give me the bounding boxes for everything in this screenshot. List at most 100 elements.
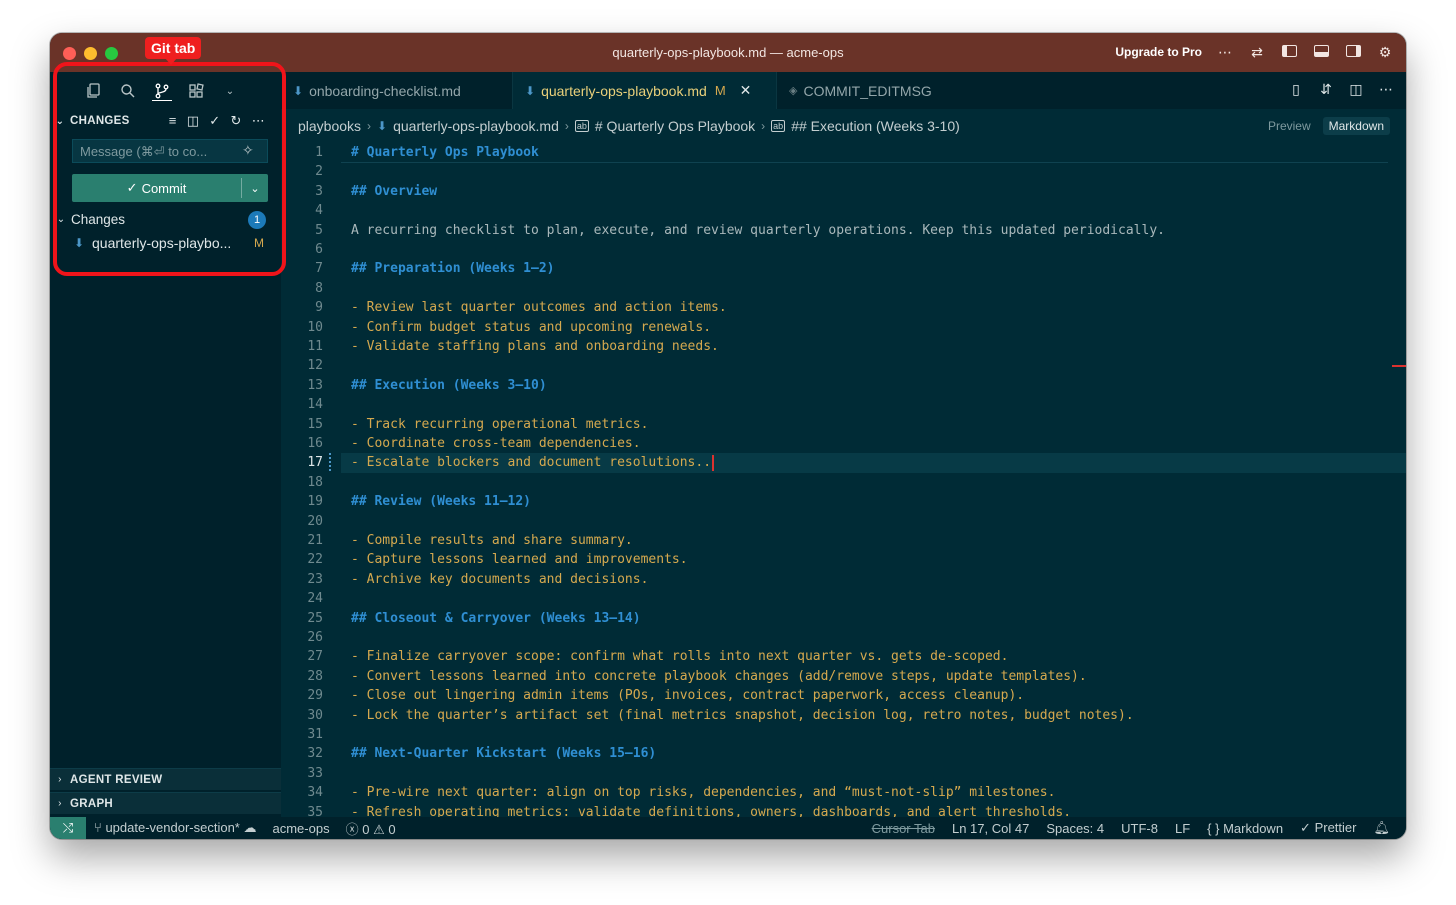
code-line[interactable]: 30 - Lock the quarter’s artifact set (fin…	[281, 706, 1406, 725]
remote-icon[interactable]: ⤭	[50, 817, 86, 839]
code-line[interactable]: 2	[281, 162, 1406, 181]
commit-message-input[interactable]	[72, 139, 268, 163]
markdown-toggle[interactable]: Markdown	[1322, 117, 1390, 135]
code-line[interactable]: 15 - Track recurring operational metrics.	[281, 415, 1406, 434]
code-line[interactable]: 23 - Archive key documents and decisions.	[281, 570, 1406, 589]
check-icon[interactable]: ✓	[209, 113, 220, 129]
cursor-position[interactable]: Ln 17, Col 47	[952, 821, 1029, 836]
code-line[interactable]: 21 - Compile results and share summary.	[281, 531, 1406, 550]
code-line[interactable]: 28 - Convert lessons learned into concret…	[281, 667, 1406, 686]
open-preview-icon[interactable]: ▯	[1288, 81, 1304, 98]
search-icon[interactable]	[118, 81, 138, 101]
line-number: 13	[307, 377, 323, 393]
sparkle-icon[interactable]: ✧	[242, 142, 254, 159]
explorer-icon[interactable]	[84, 81, 104, 101]
line-number: 16	[307, 436, 323, 451]
breadcrumb-subheading[interactable]: ## Execution (Weeks 3-10)	[791, 118, 960, 134]
layout-icon[interactable]: ◫	[187, 113, 200, 129]
tab-label: quarterly-ops-playbook.md	[541, 82, 707, 99]
code-line[interactable]: 22 - Capture lessons learned and improvem…	[281, 550, 1406, 569]
code-line[interactable]: 34 - Pre-wire next quarter: align on top …	[281, 783, 1406, 802]
formatter-status[interactable]: ✓ Prettier	[1300, 820, 1356, 836]
toggle-secondary-sidebar-icon[interactable]	[1344, 42, 1362, 62]
changed-file-item[interactable]: ⬇ quarterly-ops-playbo... M	[50, 232, 281, 254]
workspace-name[interactable]: acme-ops	[272, 821, 329, 836]
code-line[interactable]: 32 ## Next-Quarter Kickstart (Weeks 15–16…	[281, 744, 1406, 763]
code-line[interactable]: 35 - Refresh operating metrics: validate …	[281, 803, 1406, 817]
code-line[interactable]: 3 ## Overview	[281, 182, 1406, 201]
indentation[interactable]: Spaces: 4	[1046, 821, 1104, 836]
commit-main-button[interactable]: ✓ Commit	[72, 180, 241, 196]
more-icon[interactable]: ⋯	[1378, 81, 1394, 98]
extensions-icon[interactable]	[186, 81, 206, 101]
preview-toggle[interactable]: Preview	[1262, 117, 1317, 135]
more-icon[interactable]: ⋯	[252, 113, 265, 129]
agent-review-section[interactable]: › AGENT REVIEW	[50, 768, 281, 790]
text-cursor	[712, 454, 715, 471]
line-text: - Escalate blockers and document resolut…	[351, 453, 715, 472]
code-line[interactable]: 17 - Escalate blockers and document resol…	[281, 453, 1406, 472]
upgrade-button[interactable]: Upgrade to Pro	[1115, 45, 1202, 59]
code-line[interactable]: 16 - Coordinate cross-team dependencies.	[281, 434, 1406, 453]
code-line[interactable]: 7 ## Preparation (Weeks 1–2)	[281, 259, 1406, 278]
gear-icon[interactable]: ⚙	[1376, 42, 1394, 62]
tab-onboarding-checklist[interactable]: ⬇ onboarding-checklist.md	[281, 72, 513, 109]
bell-icon[interactable]: 🔔︎	[1373, 820, 1390, 836]
line-number: 17	[307, 455, 323, 471]
line-ending[interactable]: LF	[1175, 821, 1190, 836]
code-line[interactable]: 19 ## Review (Weeks 11–12)	[281, 492, 1406, 511]
breadcrumb-folder[interactable]: playbooks	[298, 118, 361, 134]
code-line[interactable]: 13 ## Execution (Weeks 3–10)	[281, 376, 1406, 395]
list-view-icon[interactable]: ≡	[169, 113, 177, 129]
code-line[interactable]: 8	[281, 279, 1406, 298]
cursor-tab-status[interactable]: Cursor Tab	[872, 821, 935, 836]
code-line[interactable]: 12	[281, 356, 1406, 375]
code-line[interactable]: 9 - Review last quarter outcomes and acti…	[281, 298, 1406, 317]
problems-indicator[interactable]: ⓧ 0 ⚠ 0	[346, 819, 396, 838]
graph-label: GRAPH	[70, 797, 114, 810]
commit-dropdown-button[interactable]: ⌄	[242, 182, 268, 195]
tab-commit-editmsg[interactable]: ◈ COMMIT_EDITMSG	[777, 72, 944, 109]
code-line[interactable]: 24	[281, 589, 1406, 608]
commit-button[interactable]: ✓ Commit ⌄	[72, 174, 268, 202]
source-control-icon[interactable]	[152, 81, 172, 101]
breadcrumb-heading[interactable]: # Quarterly Ops Playbook	[595, 118, 755, 134]
graph-section[interactable]: › GRAPH	[50, 792, 281, 814]
branch-indicator[interactable]: ⑂ update-vendor-section* ☁	[94, 820, 256, 836]
breadcrumb-file[interactable]: quarterly-ops-playbook.md	[393, 118, 559, 134]
toggle-sidebar-icon[interactable]	[1280, 42, 1298, 62]
refresh-icon[interactable]: ↻	[230, 113, 241, 129]
code-line[interactable]: 6	[281, 240, 1406, 259]
more-icon[interactable]: ⋯	[1216, 42, 1234, 62]
code-line[interactable]: 1 # Quarterly Ops Playbook	[281, 143, 1406, 162]
split-editor-icon[interactable]: ◫	[1348, 81, 1364, 98]
language-mode[interactable]: { } Markdown	[1207, 821, 1283, 836]
line-text: ## Overview	[351, 183, 438, 199]
toggle-panel-icon[interactable]	[1312, 42, 1330, 62]
compare-changes-icon[interactable]: ⇵	[1318, 81, 1334, 98]
code-line[interactable]: 5 A recurring checklist to plan, execute,…	[281, 221, 1406, 240]
code-line[interactable]: 27 - Finalize carryover scope: confirm wh…	[281, 647, 1406, 666]
code-line[interactable]: 31	[281, 725, 1406, 744]
code-line[interactable]: 14	[281, 395, 1406, 414]
code-line[interactable]: 25 ## Closeout & Carryover (Weeks 13–14)	[281, 609, 1406, 628]
code-line[interactable]: 26	[281, 628, 1406, 647]
code-line[interactable]: 11 - Validate staffing plans and onboardi…	[281, 337, 1406, 356]
code-line[interactable]: 18	[281, 473, 1406, 492]
encoding[interactable]: UTF-8	[1121, 821, 1158, 836]
code-line[interactable]: 20	[281, 512, 1406, 531]
code-line[interactable]: 10 - Confirm budget status and upcoming r…	[281, 318, 1406, 337]
tab-quarterly-ops-playbook[interactable]: ⬇ quarterly-ops-playbook.md M ✕	[513, 72, 777, 109]
warning-icon: ⚠	[373, 821, 385, 837]
chevron-down-icon[interactable]: ⌄	[220, 81, 240, 101]
code-line[interactable]: 4	[281, 201, 1406, 220]
code-line[interactable]: 29 - Close out lingering admin items (POs…	[281, 686, 1406, 705]
code-editor[interactable]: 1 # Quarterly Ops Playbook 2 3 ## Overview 4 5…	[281, 143, 1406, 817]
changes-group[interactable]: ⌄ Changes 1	[50, 208, 281, 230]
changes-section-header[interactable]: ⌄ CHANGES ≡ ◫ ✓ ↻ ⋯	[50, 112, 281, 130]
swap-icon[interactable]: ⇄	[1248, 42, 1266, 62]
line-number: 4	[315, 203, 323, 219]
code-line[interactable]: 33	[281, 764, 1406, 783]
close-icon[interactable]: ✕	[740, 82, 752, 99]
app-window: quarterly-ops-playbook.md — acme-ops Upg…	[50, 33, 1406, 839]
